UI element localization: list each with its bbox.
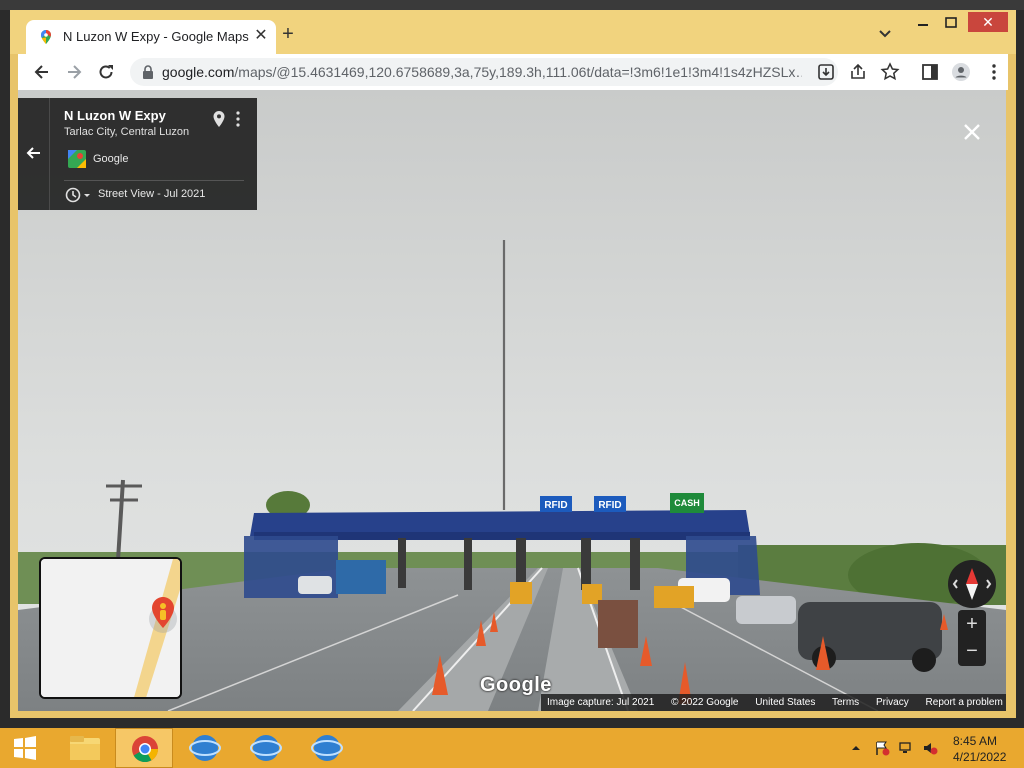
tab-strip: N Luzon W Expy - Google Maps ✕ + ✕: [10, 10, 1016, 54]
cash-sign-text: CASH: [674, 498, 700, 508]
street-view-date[interactable]: Street View - Jul 2021: [98, 188, 205, 200]
desktop-background: [0, 0, 1024, 10]
minimize-icon[interactable]: [910, 14, 936, 32]
windows-taskbar: 8:45 AM 4/21/2022: [0, 728, 1024, 768]
more-options-icon[interactable]: [234, 110, 242, 128]
url-path: /maps/@15.4631469,120.6758689,3a,75y,189…: [234, 64, 802, 80]
url-host: google.com: [162, 64, 235, 80]
minimap-map: [41, 559, 180, 697]
google-maps-logo-icon: [68, 150, 86, 168]
install-icon[interactable]: [816, 62, 836, 82]
zoom-in-button[interactable]: +: [958, 612, 986, 638]
browser-tab[interactable]: N Luzon W Expy - Google Maps ✕: [26, 20, 276, 54]
lock-icon[interactable]: [142, 65, 154, 79]
tab-search-chevron-icon[interactable]: [876, 24, 894, 42]
side-panel-icon[interactable]: [920, 62, 940, 82]
location-info-card: N Luzon W Expy Tarlac City, Central Luzo…: [18, 98, 257, 210]
close-street-view-icon[interactable]: [962, 122, 982, 142]
imagery-provider: Google: [93, 153, 129, 165]
url-text: google.com/maps/@15.4631469,120.6758689,…: [162, 64, 802, 80]
back-icon[interactable]: [32, 62, 52, 82]
profile-icon[interactable]: [951, 62, 971, 82]
taskbar-app-2[interactable]: [237, 728, 295, 768]
time-travel-icon[interactable]: [64, 186, 92, 204]
terms-link[interactable]: Terms: [832, 697, 859, 708]
menu-icon[interactable]: [984, 62, 1004, 82]
windows-start-icon[interactable]: [4, 734, 44, 762]
taskbar-file-explorer[interactable]: [56, 728, 114, 768]
show-hidden-icons-icon[interactable]: [850, 742, 862, 754]
minimap[interactable]: [39, 557, 182, 699]
folder-icon: [70, 736, 100, 760]
new-tab-icon[interactable]: +: [277, 24, 299, 46]
rfid-sign-right-text: RFID: [598, 500, 621, 511]
place-subtitle: Tarlac City, Central Luzon: [64, 126, 190, 138]
browser-window: N Luzon W Expy - Google Maps ✕ + ✕ googl…: [10, 10, 1016, 718]
card-divider: [64, 180, 244, 181]
copyright: © 2022 Google: [671, 697, 739, 708]
zoom-out-button[interactable]: −: [958, 640, 986, 666]
blue-globe-icon-3: [311, 735, 343, 761]
maximize-icon[interactable]: [938, 14, 964, 32]
compass-needle-icon: [952, 568, 992, 600]
tab-title: N Luzon W Expy - Google Maps: [63, 29, 249, 44]
chrome-icon: [132, 736, 159, 763]
back-to-map-button[interactable]: [18, 98, 50, 210]
street-view-panorama[interactable]: RFID RFID CASH N Luzon W Expy Tarlac Cit…: [18, 90, 1006, 711]
tab-close-icon[interactable]: ✕: [252, 27, 270, 45]
star-icon[interactable]: [880, 62, 900, 82]
back-arrow-icon: [26, 147, 40, 159]
image-capture-date: Image capture: Jul 2021: [547, 697, 655, 708]
compass-control[interactable]: [948, 560, 996, 608]
place-name: N Luzon W Expy: [64, 108, 166, 123]
google-maps-pin-icon: [41, 30, 51, 44]
taskbar-app-3[interactable]: [298, 728, 356, 768]
region-link[interactable]: United States: [755, 697, 815, 708]
taskbar-chrome[interactable]: [115, 728, 173, 768]
taskbar-app-1[interactable]: [176, 728, 234, 768]
place-pin-icon[interactable]: [212, 110, 226, 128]
attribution-bar: Image capture: Jul 2021 © 2022 Google Un…: [541, 694, 1006, 711]
clock-date[interactable]: 4/21/2022: [953, 750, 1006, 764]
reload-icon[interactable]: [96, 62, 116, 82]
network-icon[interactable]: [898, 740, 914, 756]
share-icon[interactable]: [848, 62, 868, 82]
zoom-control: + −: [958, 610, 986, 666]
blue-globe-icon: [189, 735, 221, 761]
privacy-link[interactable]: Privacy: [876, 697, 909, 708]
browser-toolbar: google.com/maps/@15.4631469,120.6758689,…: [18, 54, 1008, 90]
clock-time[interactable]: 8:45 AM: [953, 734, 997, 748]
window-close-icon[interactable]: ✕: [968, 12, 1008, 32]
rfid-sign-left-text: RFID: [544, 500, 567, 511]
blue-globe-icon-2: [250, 735, 282, 761]
forward-icon[interactable]: [64, 62, 84, 82]
volume-muted-icon[interactable]: [922, 740, 938, 756]
address-bar[interactable]: google.com/maps/@15.4631469,120.6758689,…: [130, 58, 838, 86]
action-center-flag-icon[interactable]: [874, 740, 890, 756]
report-problem-link[interactable]: Report a problem: [926, 697, 1003, 708]
